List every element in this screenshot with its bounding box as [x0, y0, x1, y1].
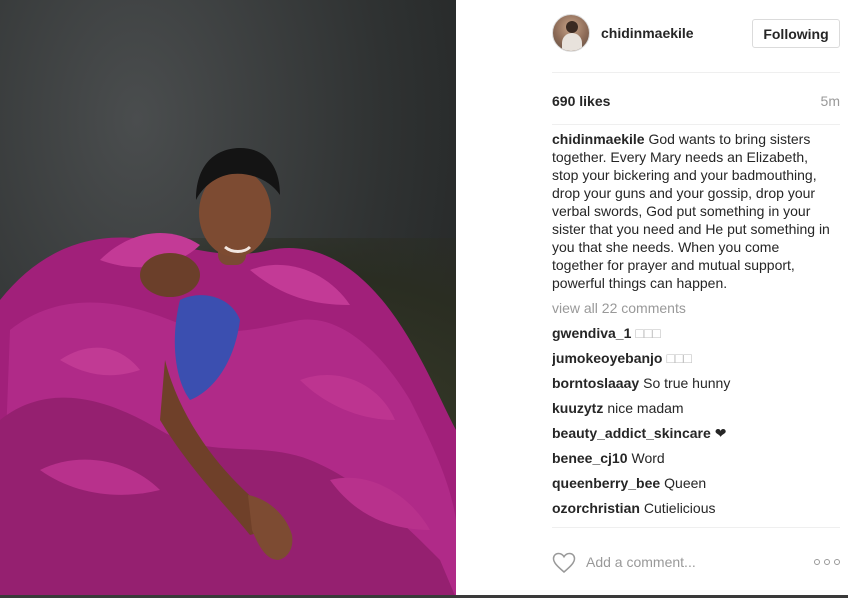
post-caption: chidinmaekile God wants to bring sisters… [552, 130, 832, 292]
comment-item: queenberry_bee Queen [552, 471, 832, 496]
post-username[interactable]: chidinmaekile [601, 25, 694, 41]
comment-item: gwendiva_1 □□□ [552, 321, 832, 346]
likes-divider [552, 124, 840, 125]
heart-outline-icon[interactable] [552, 552, 576, 574]
post-panel: chidinmaekile Following 690 likes 5m chi… [456, 0, 848, 598]
following-button[interactable]: Following [752, 19, 840, 48]
comment-username[interactable]: gwendiva_1 [552, 325, 631, 341]
actions-divider [552, 527, 840, 528]
comment-text: Word [631, 450, 665, 466]
comment-item: borntoslaaay So true hunny [552, 371, 832, 396]
comment-username[interactable]: beauty_addict_skincare [552, 425, 711, 441]
comment-text: nice madam [607, 400, 684, 416]
post-timestamp[interactable]: 5m [821, 93, 840, 109]
comment-item: jumokeoyebanjo □□□ [552, 346, 832, 371]
comments-list[interactable]: chidinmaekile God wants to bring sisters… [552, 130, 832, 527]
header-divider [552, 72, 840, 73]
post-photo [0, 0, 456, 598]
post-header: chidinmaekile Following [552, 14, 840, 54]
comment-actions [552, 547, 840, 577]
caption-text: God wants to bring sisters together. Eve… [552, 131, 830, 291]
view-all-comments-link[interactable]: view all 22 comments [552, 299, 832, 317]
comment-username[interactable]: borntoslaaay [552, 375, 639, 391]
comment-item: beauty_addict_skincare ❤ [552, 421, 832, 446]
comment-text: □□□ [635, 325, 661, 341]
post-photo-illustration [0, 148, 456, 598]
avatar[interactable] [552, 14, 590, 52]
add-comment-input[interactable] [586, 551, 786, 573]
comment-username[interactable]: jumokeoyebanjo [552, 350, 662, 366]
comment-text: So true hunny [643, 375, 731, 391]
comment-username[interactable]: benee_cj10 [552, 450, 628, 466]
likes-count[interactable]: 690 likes [552, 93, 610, 109]
comment-username[interactable]: kuuzytz [552, 400, 603, 416]
comment-text: ❤ [714, 425, 727, 441]
comment-username[interactable]: ozorchristian [552, 500, 640, 516]
comment-text: Cutielicious [643, 500, 716, 516]
comment-username[interactable]: queenberry_bee [552, 475, 660, 491]
comment-text: □□□ [666, 350, 692, 366]
more-options-icon[interactable] [814, 559, 840, 565]
comment-item: benee_cj10 Word [552, 446, 832, 471]
comment-text: Queen [664, 475, 707, 491]
caption-username[interactable]: chidinmaekile [552, 131, 645, 147]
comment-item: ozorchristian Cutielicious [552, 496, 832, 521]
comment-item: kuuzytz nice madam [552, 396, 832, 421]
